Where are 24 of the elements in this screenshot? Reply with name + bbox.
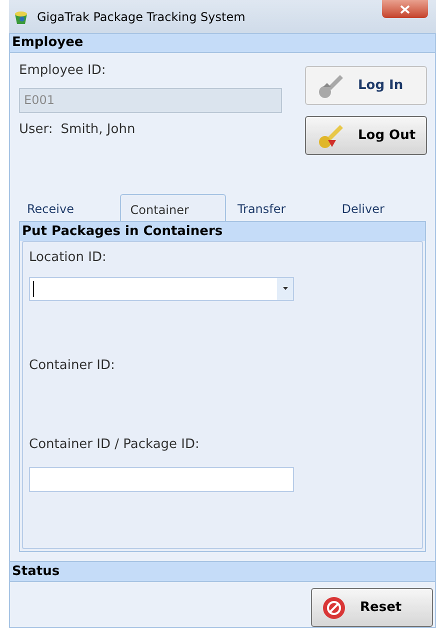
caret-icon	[282, 287, 288, 290]
user-name: Smith, John	[60, 120, 136, 138]
tab[interactable]: Container	[120, 194, 226, 221]
field-label: Location ID:	[29, 249, 108, 267]
text-cursor	[33, 280, 34, 296]
no-entry-icon	[322, 596, 346, 620]
tab[interactable]: Receive	[16, 197, 120, 221]
close-button[interactable]	[382, 0, 428, 18]
section-title: Put Packages in Containers	[22, 222, 223, 241]
dropdown-button[interactable]	[277, 278, 293, 300]
user-label: User:	[19, 120, 53, 138]
log-out-button[interactable]: Log Out	[305, 116, 427, 155]
package-id-field[interactable]	[29, 466, 294, 492]
close-icon	[400, 4, 410, 14]
section-title: Status	[12, 562, 60, 581]
field-label: Container ID:	[29, 356, 116, 374]
section-title: Employee	[12, 34, 84, 52]
field-label: Employee ID:	[19, 62, 107, 80]
tab[interactable]: Transfer	[226, 197, 331, 221]
field-label: Container ID / Package ID:	[29, 436, 200, 454]
window-title: GigaTrak Package Tracking System	[37, 8, 246, 26]
app-icon	[13, 8, 29, 24]
reset-button[interactable]: Reset	[311, 588, 433, 627]
tab[interactable]: Deliver	[330, 197, 435, 221]
